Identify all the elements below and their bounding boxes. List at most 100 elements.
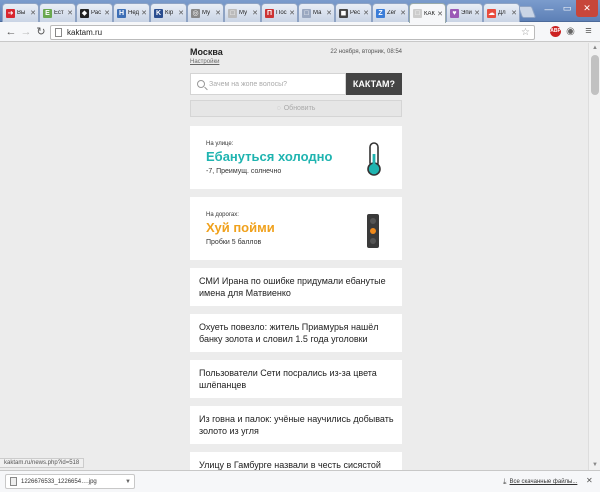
- all-downloads-link[interactable]: ⤓ Все скачанные файлы...: [503, 477, 577, 487]
- date-time: 22 ноября, вторник, 08:54: [330, 49, 402, 55]
- tab-close-icon[interactable]: ✕: [400, 9, 406, 17]
- tab-close-icon[interactable]: ✕: [30, 9, 36, 17]
- bookmark-star-icon[interactable]: ☆: [521, 27, 530, 38]
- news-item[interactable]: Улицу в Гамбурге назвали в честь сисясто…: [190, 452, 402, 470]
- new-tab-button[interactable]: [517, 6, 537, 18]
- scroll-up-icon[interactable]: ▲: [589, 43, 600, 53]
- tab-title: Кір: [165, 10, 174, 16]
- tab-title: Рас: [91, 10, 102, 16]
- tab-title: Рес: [350, 10, 361, 16]
- tab-favicon-icon: ♥: [450, 8, 459, 18]
- news-item[interactable]: Пользователи Сети посрались из-за цвета …: [190, 360, 402, 398]
- tab-favicon-icon: Е: [43, 8, 52, 18]
- tab-title: Ма: [313, 10, 322, 16]
- page-viewport: Москва Настройки 22 ноября, вторник, 08:…: [0, 43, 588, 470]
- tab-title: Ест: [54, 10, 64, 16]
- tab-close-icon[interactable]: ✕: [363, 9, 369, 17]
- file-icon: [10, 477, 17, 486]
- city-name: Москва: [190, 47, 223, 57]
- download-icon: ⤓: [503, 477, 507, 486]
- news-item[interactable]: Охуеть повезло: житель Приамурья нашёл б…: [190, 314, 402, 352]
- browser-tab[interactable]: ♥ Эпи ✕: [446, 3, 483, 22]
- news-headline: СМИ Ирана по ошибке придумали ебанутые и…: [199, 276, 386, 298]
- browser-tab[interactable]: Е Ест ✕: [39, 3, 76, 22]
- browser-tab[interactable]: ☁ Дл ✕: [483, 3, 520, 22]
- weather-headline: Ебануться холодно: [206, 149, 333, 164]
- browser-tab[interactable]: ◼ Рес ✕: [335, 3, 372, 22]
- refresh-icon: ◌: [276, 105, 281, 112]
- traffic-light-icon: [367, 214, 379, 248]
- tab-close-icon[interactable]: ✕: [474, 9, 480, 17]
- tab-close-icon[interactable]: ✕: [104, 9, 110, 17]
- browser-tab[interactable]: □ Му ✕: [224, 3, 261, 22]
- back-button[interactable]: ←: [5, 25, 17, 39]
- tab-close-icon[interactable]: ✕: [178, 9, 184, 17]
- minimize-button[interactable]: —: [540, 0, 558, 17]
- extension-icon[interactable]: ◉: [565, 26, 576, 37]
- scrollbar-thumb[interactable]: [591, 55, 599, 95]
- tab-close-icon[interactable]: ✕: [511, 9, 517, 17]
- traffic-label: На дорогах:: [206, 212, 239, 218]
- news-headline: Охуеть повезло: житель Приамурья нашёл б…: [199, 322, 379, 344]
- tab-favicon-icon: ☁: [487, 8, 496, 18]
- download-filename: 1226676533_12266​54….jpg: [21, 478, 97, 485]
- tab-close-icon[interactable]: ✕: [437, 10, 443, 18]
- tab-close-icon[interactable]: ✕: [67, 9, 73, 17]
- search-box: [190, 73, 346, 95]
- tab-close-icon[interactable]: ✕: [252, 9, 258, 17]
- chevron-down-icon[interactable]: ▼: [125, 479, 131, 485]
- tab-title: Эпи: [461, 10, 472, 16]
- tab-close-icon[interactable]: ✕: [141, 9, 147, 17]
- news-item[interactable]: Из говна и палок: учёные научились добыв…: [190, 406, 402, 444]
- vertical-scrollbar[interactable]: ▲ ▼: [588, 43, 600, 470]
- traffic-headline: Хуй пойми: [206, 220, 275, 235]
- tab-title: КАК: [424, 10, 435, 17]
- status-bar: kaktam.ru/news.php?id=518: [0, 458, 85, 468]
- tab-close-icon[interactable]: ✕: [289, 9, 295, 17]
- traffic-card[interactable]: На дорогах: Хуй пойми Пробки 5 баллов: [190, 197, 402, 260]
- url-text: kaktam.ru: [67, 28, 103, 37]
- tab-favicon-icon: ◆: [80, 8, 89, 18]
- browser-tab[interactable]: Z Zer ✕: [372, 3, 409, 22]
- news-headline: Улицу в Гамбурге назвали в честь сисясто…: [199, 460, 381, 470]
- browser-tab[interactable]: ◎ Му ✕: [187, 3, 224, 22]
- scroll-down-icon[interactable]: ▼: [589, 460, 600, 470]
- search-input[interactable]: [209, 80, 339, 88]
- tab-favicon-icon: □: [413, 9, 422, 18]
- traffic-details: Пробки 5 баллов: [206, 239, 262, 246]
- weather-card[interactable]: На улице: Ебануться холодно -7, Преимущ.…: [190, 126, 402, 189]
- address-bar[interactable]: kaktam.ru ☆: [50, 25, 535, 40]
- reload-button[interactable]: ↻: [35, 25, 47, 39]
- search-form: КАКТАМ?: [190, 73, 402, 95]
- refresh-button[interactable]: ◌ Обновить: [190, 100, 402, 117]
- browser-tab[interactable]: □ Ма ✕: [298, 3, 335, 22]
- close-window-button[interactable]: ✕: [576, 0, 598, 17]
- tab-favicon-icon: ◼: [339, 8, 348, 18]
- news-headline: Пользователи Сети посрались из-за цвета …: [199, 368, 377, 390]
- tab-close-icon[interactable]: ✕: [326, 9, 332, 17]
- news-item[interactable]: СМИ Ирана по ошибке придумали ебанутые и…: [190, 268, 402, 306]
- browser-toolbar: ← → ↻ kaktam.ru ☆ ABP ◉ ≡: [0, 22, 600, 42]
- browser-tab[interactable]: ◆ Рас ✕: [76, 3, 113, 22]
- tab-favicon-icon: K: [154, 8, 163, 18]
- browser-tab[interactable]: K Кір ✕: [150, 3, 187, 22]
- browser-tab[interactable]: ➜ Вы ✕: [2, 3, 39, 22]
- tab-title: Му: [239, 10, 248, 16]
- settings-link[interactable]: Настройки: [190, 59, 219, 65]
- downloads-bar: 1226676533_12266​54….jpg ▼ ⤓ Все скачанн…: [0, 470, 600, 492]
- browser-tab[interactable]: П Пос ✕: [261, 3, 298, 22]
- close-icon[interactable]: ✕: [586, 476, 593, 485]
- search-icon: [197, 80, 205, 88]
- tab-title: Му: [202, 10, 211, 16]
- browser-tab[interactable]: Н Нед ✕: [113, 3, 150, 22]
- download-item[interactable]: 1226676533_12266​54….jpg ▼: [5, 474, 135, 489]
- browser-tab[interactable]: □ КАК ✕: [409, 3, 446, 23]
- menu-icon[interactable]: ≡: [583, 26, 594, 37]
- maximize-button[interactable]: ▭: [558, 0, 576, 17]
- adblock-icon[interactable]: ABP: [550, 26, 561, 37]
- search-button[interactable]: КАКТАМ?: [346, 73, 402, 95]
- weather-label: На улице:: [206, 141, 234, 147]
- tab-close-icon[interactable]: ✕: [215, 9, 221, 17]
- forward-button[interactable]: →: [20, 25, 32, 39]
- page-icon: [55, 28, 62, 37]
